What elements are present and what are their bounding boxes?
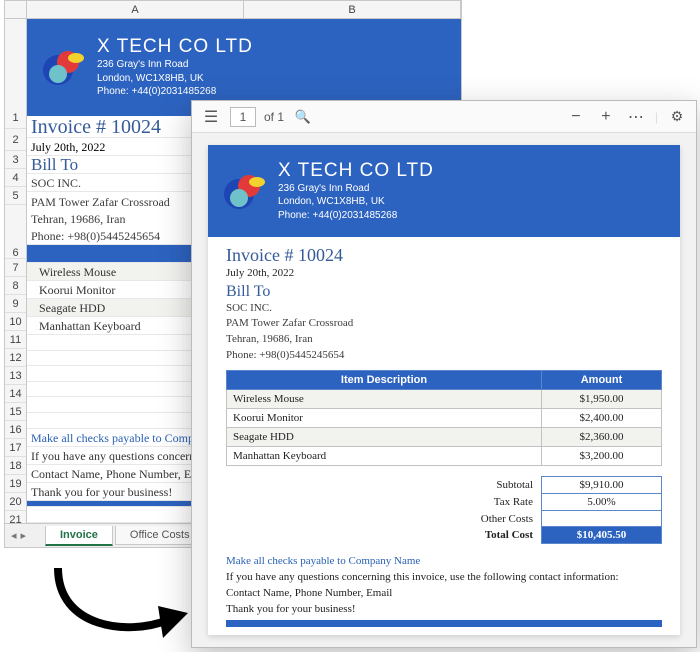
row-label[interactable]: 21	[5, 511, 26, 523]
col-header[interactable]: B	[244, 1, 461, 19]
invoice-title: Invoice # 10024	[226, 245, 662, 266]
billto-addr1: PAM Tower Zafar Crossroad	[226, 316, 662, 332]
pdf-toolbar: ☰ 1 of 1 🔍 − + ⋯ | ⚙	[192, 101, 696, 133]
row-label[interactable]: 2	[5, 129, 26, 151]
footer-thanks: Thank you for your business!	[226, 602, 662, 618]
row-label[interactable]: 8	[5, 277, 26, 295]
billto-name: SOC INC.	[226, 301, 662, 317]
company-addr1: 236 Gray's Inn Road	[278, 182, 434, 196]
th-amount: Amount	[542, 371, 662, 390]
footer-contact2: Contact Name, Phone Number, Email	[226, 586, 662, 602]
conversion-arrow-icon	[48, 558, 198, 648]
summary-block: Subtotal$9,910.00 Tax Rate5.00% Other Co…	[226, 476, 662, 544]
row-label[interactable]: 19	[5, 475, 26, 493]
company-phone: Phone: +44(0)2031485268	[278, 209, 434, 223]
page-number-input[interactable]: 1	[230, 107, 256, 127]
pdf-viewport[interactable]: X TECH CO LTD 236 Gray's Inn Road London…	[192, 133, 696, 647]
row-label[interactable]: 18	[5, 457, 26, 475]
more-icon[interactable]: ⋯	[625, 107, 647, 127]
table-row: Manhattan Keyboard$3,200.00	[227, 447, 662, 466]
row-label[interactable]: 11	[5, 331, 26, 349]
footer-contact: If you have any questions concerning thi…	[226, 570, 662, 586]
row-label[interactable]: 6	[5, 205, 26, 259]
invoice-date: July 20th, 2022	[226, 267, 662, 279]
col-header[interactable]: A	[27, 1, 244, 19]
tab-next-icon[interactable]: ▸	[21, 529, 27, 542]
table-row: Seagate HDD$2,360.00	[227, 428, 662, 447]
spreadsheet-col-header: A B	[5, 1, 461, 19]
company-name: X TECH CO LTD	[278, 160, 434, 182]
row-label[interactable]: 15	[5, 403, 26, 421]
company-name: X TECH CO LTD	[97, 36, 253, 58]
zoom-in-icon[interactable]: +	[595, 108, 617, 126]
billto-addr2: Tehran, 19686, Iran	[226, 332, 662, 348]
footer-payable: Make all checks payable to Company Name	[226, 554, 662, 570]
billto-phone: Phone: +98(0)5445245654	[226, 348, 662, 364]
gear-icon[interactable]: ⚙	[666, 108, 688, 125]
tab-prev-icon[interactable]: ◂	[11, 529, 17, 542]
company-phone: Phone: +44(0)2031485268	[97, 85, 253, 99]
spreadsheet-row-labels: 1 2 3 4 5 6 7 8 9 10 11 12 13 14 15 16 1…	[5, 19, 27, 523]
table-row: Wireless Mouse$1,950.00	[227, 390, 662, 409]
row-label[interactable]: 14	[5, 385, 26, 403]
list-icon[interactable]: ☰	[200, 107, 222, 127]
th-desc: Item Description	[227, 371, 542, 390]
row-label[interactable]: 3	[5, 151, 26, 169]
row-label[interactable]: 1	[5, 19, 26, 129]
tab-invoice[interactable]: Invoice	[45, 526, 113, 546]
pdf-window: ☰ 1 of 1 🔍 − + ⋯ | ⚙ X TECH CO LT	[191, 100, 697, 648]
billto-heading: Bill To	[226, 283, 662, 301]
page-of-label: of 1	[264, 110, 284, 124]
row-label[interactable]: 13	[5, 367, 26, 385]
row-label[interactable]: 9	[5, 295, 26, 313]
row-label[interactable]: 10	[5, 313, 26, 331]
company-header: X TECH CO LTD 236 Gray's Inn Road London…	[208, 145, 680, 237]
row-label[interactable]: 4	[5, 169, 26, 187]
company-addr2: London, WC1X8HB, UK	[97, 72, 253, 86]
company-addr2: London, WC1X8HB, UK	[278, 195, 434, 209]
pdf-page: X TECH CO LTD 236 Gray's Inn Road London…	[208, 145, 680, 635]
search-icon[interactable]: 🔍	[292, 109, 314, 125]
company-logo-icon	[222, 168, 268, 214]
row-label[interactable]: 5	[5, 187, 26, 205]
row-label[interactable]: 20	[5, 493, 26, 511]
company-addr1: 236 Gray's Inn Road	[97, 58, 253, 72]
footer-bluebar	[226, 620, 662, 627]
table-row: Koorui Monitor$2,400.00	[227, 409, 662, 428]
row-label[interactable]: 7	[5, 259, 26, 277]
row-label[interactable]: 16	[5, 421, 26, 439]
row-label[interactable]: 12	[5, 349, 26, 367]
company-logo-icon	[41, 44, 87, 90]
items-table: Item Description Amount Wireless Mouse$1…	[226, 370, 662, 466]
row-label[interactable]: 17	[5, 439, 26, 457]
zoom-out-icon[interactable]: −	[565, 108, 587, 126]
